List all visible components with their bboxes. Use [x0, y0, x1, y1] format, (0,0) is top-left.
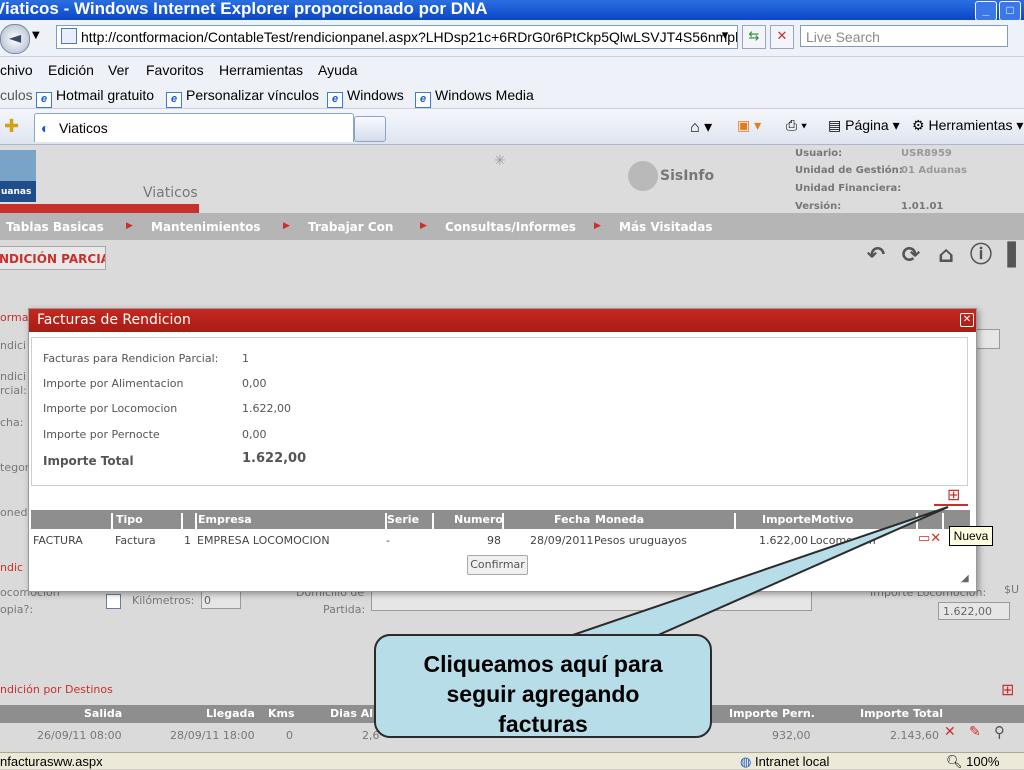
zoom-label: 100%	[966, 754, 1000, 769]
status-text: nfacturasww.aspx	[0, 754, 103, 769]
callout-line: seguir agregando	[446, 681, 640, 707]
nueva-tooltip: Nueva	[949, 526, 993, 546]
status-bar: nfacturasww.aspx ◍ Intranet local 🔍︎ 100…	[0, 752, 1024, 769]
zone-label: Intranet local	[754, 754, 830, 769]
callout-line: Cliqueamos aquí para	[423, 651, 663, 677]
annotation-callout: Cliqueamos aquí para seguir agregando fa…	[374, 634, 712, 738]
callout-line: facturas	[498, 711, 588, 737]
intranet-globe-icon: ◍	[740, 754, 752, 769]
